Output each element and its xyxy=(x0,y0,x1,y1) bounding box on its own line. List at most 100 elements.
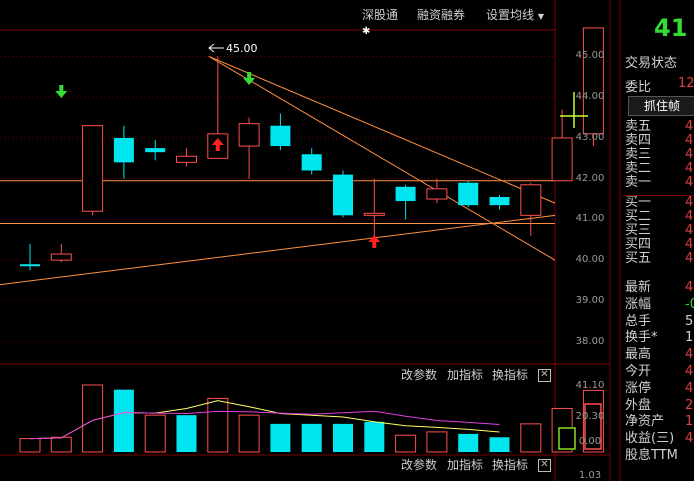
price-axis-label: 43.00 xyxy=(575,131,605,143)
price-axis-label: 38.00 xyxy=(575,335,605,347)
stat-label: 最新 xyxy=(625,280,652,295)
candle-body xyxy=(333,174,353,216)
high-price-annotation: 45.00 xyxy=(208,42,258,55)
shenzhen-connect-button[interactable]: 深股通 xyxy=(362,4,398,26)
panel2-close-icon[interactable]: ✕ xyxy=(538,459,551,472)
candle xyxy=(520,182,542,236)
set-ma-label: 设置均线 xyxy=(486,8,535,22)
stat-value: -0 xyxy=(685,296,694,312)
candle xyxy=(238,117,260,179)
panel1-close-icon[interactable]: ✕ xyxy=(538,369,551,382)
stat-label: 净资产 xyxy=(625,414,665,430)
stat-label: 涨停 xyxy=(625,380,652,396)
candle xyxy=(489,194,510,210)
stat-label: 外盘 xyxy=(625,397,652,413)
order-level-value: 4 xyxy=(685,251,694,266)
panel2-add-indicator-button[interactable]: 加指标 xyxy=(447,456,483,474)
volume-bars xyxy=(19,384,604,453)
panel1-switch-indicator-button[interactable]: 换指标 xyxy=(492,366,528,384)
stat-value: 4 xyxy=(685,364,694,379)
chevron-down-icon: ▼ xyxy=(537,12,544,21)
stat-value: 4 xyxy=(685,380,694,396)
stat-value: 1 xyxy=(685,414,694,430)
order-level-label: 卖一 xyxy=(625,175,652,190)
volume-bar xyxy=(489,437,510,452)
order-level-value: 4 xyxy=(685,175,694,190)
stat-value: 2 xyxy=(685,397,694,413)
candle-body xyxy=(301,154,322,171)
star-icon: ✱ xyxy=(362,26,371,37)
set-ma-button[interactable]: 设置均线 ▼ xyxy=(486,4,544,26)
panel1-axis-top: 41.10 xyxy=(575,380,605,391)
candle-body xyxy=(395,186,416,202)
stat-label: 今开 xyxy=(625,364,652,379)
stat-value: 4 xyxy=(685,347,694,363)
stat-value: 1 xyxy=(685,330,694,346)
candle xyxy=(301,148,322,175)
stat-value: 4 xyxy=(685,280,694,295)
candle-body xyxy=(520,184,542,216)
volume-bar xyxy=(238,414,260,453)
kline-chart-area[interactable]: 45.00 xyxy=(0,0,694,481)
candle xyxy=(333,170,353,218)
stat-label: 最高 xyxy=(625,347,652,363)
volume-bar xyxy=(520,423,542,453)
price-axis-label: 41.00 xyxy=(575,213,605,225)
price-axis-label: 45.00 xyxy=(575,50,605,62)
panel1-axis-bottom: 0.00 xyxy=(578,436,602,447)
candle xyxy=(270,113,291,151)
order-book-divider xyxy=(622,195,694,196)
stat-label: 换手* xyxy=(625,330,658,346)
candle xyxy=(363,178,385,240)
candle-body xyxy=(363,212,385,216)
candle-body xyxy=(426,188,448,200)
volume-bar xyxy=(426,431,448,453)
panel1-add-indicator-button[interactable]: 加指标 xyxy=(447,366,483,384)
arrow-down-icon xyxy=(55,85,68,98)
volume-bar xyxy=(50,436,72,453)
volume-bar xyxy=(144,414,166,453)
latest-price: 41 xyxy=(654,14,688,42)
price-axis-label: 39.00 xyxy=(575,294,605,306)
stat-label: 涨幅 xyxy=(625,296,652,312)
margin-trading-button[interactable]: 融资融券 xyxy=(417,4,465,26)
price-axis-label: 42.00 xyxy=(575,172,605,184)
candle xyxy=(176,148,197,167)
order-level-label: 买五 xyxy=(625,251,652,266)
candle-body xyxy=(238,123,260,147)
high-price-label: 45.00 xyxy=(226,42,258,55)
volume-bar xyxy=(207,397,229,453)
candle xyxy=(50,243,72,263)
candle-body xyxy=(50,253,72,261)
volume-bar xyxy=(333,423,353,452)
volume-bar xyxy=(113,389,134,452)
candle xyxy=(113,125,134,179)
panel2-change-params-button[interactable]: 改参数 xyxy=(401,456,437,474)
volume-bar xyxy=(395,434,417,453)
candle xyxy=(426,178,448,204)
candle xyxy=(395,184,416,220)
stat-label: 总手 xyxy=(625,313,652,329)
candle-body xyxy=(176,155,197,163)
volume-bar xyxy=(270,423,291,452)
candle-body xyxy=(145,148,166,153)
candle-body xyxy=(82,125,104,212)
candles xyxy=(20,27,604,271)
candle-body xyxy=(489,197,510,206)
stat-value: 4 xyxy=(685,431,694,447)
stat-value: 5. xyxy=(685,313,694,329)
panel1-change-params-button[interactable]: 改参数 xyxy=(401,366,437,384)
panel2-switch-indicator-button[interactable]: 换指标 xyxy=(492,456,528,474)
trade-status-label: 交易状态 xyxy=(625,56,678,71)
candle xyxy=(82,125,104,216)
candle-body xyxy=(270,125,291,147)
panel2-axis-top: 1.03 xyxy=(578,470,602,481)
volume-bar xyxy=(364,421,385,452)
grab-button[interactable]: 抓住帧 xyxy=(628,96,694,116)
price-axis-label: 40.00 xyxy=(575,254,605,266)
trend-line xyxy=(0,214,556,286)
candle-body xyxy=(582,27,604,135)
volume-bar xyxy=(176,415,197,452)
candle xyxy=(458,180,479,208)
commission-ratio-label: 委比 xyxy=(625,80,652,95)
